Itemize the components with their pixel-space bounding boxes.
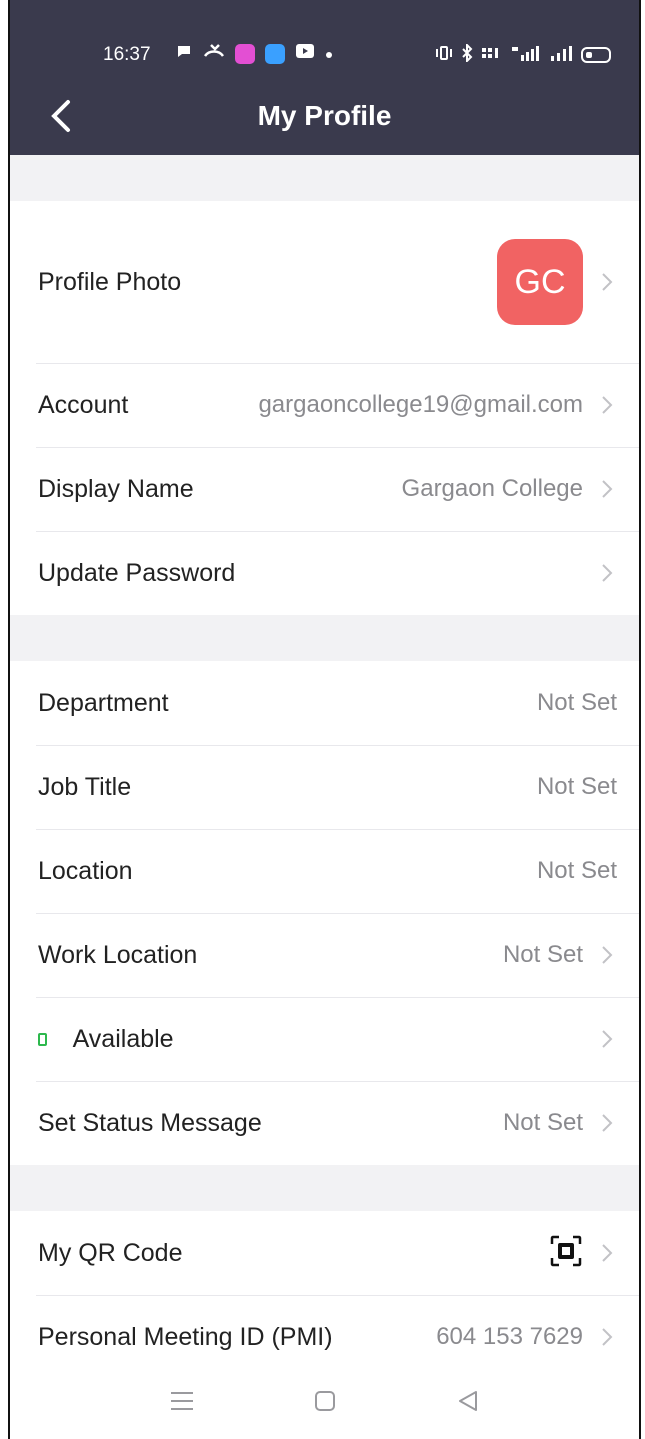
chevron-right-icon xyxy=(597,395,617,415)
job-title-row[interactable]: Job Title Not Set xyxy=(10,745,639,829)
menu-icon xyxy=(171,1391,194,1410)
page-title: My Profile xyxy=(257,100,392,131)
section-gap xyxy=(10,155,639,201)
status-bar: 16:37 xyxy=(10,38,639,74)
work-section: Department Not Set Job Title Not Set Loc… xyxy=(10,661,639,1165)
qr-code-icon xyxy=(549,1234,583,1273)
department-row[interactable]: Department Not Set xyxy=(10,661,639,745)
network-icon xyxy=(481,45,503,65)
app-notification-icon xyxy=(235,44,255,64)
row-label: Set Status Message xyxy=(38,1108,262,1137)
app-notification-icon xyxy=(265,44,285,64)
back-triangle-icon xyxy=(458,1390,477,1411)
row-label: Available xyxy=(72,1024,174,1053)
more-notifications-icon xyxy=(325,43,333,65)
update-password-row[interactable]: Update Password xyxy=(10,531,639,615)
account-value: gargaoncollege19@gmail.com xyxy=(258,391,583,418)
home-square-icon xyxy=(315,1390,336,1411)
chevron-right-icon xyxy=(597,945,617,965)
system-icons xyxy=(435,42,611,66)
row-label: My QR Code xyxy=(38,1238,183,1267)
display-name-value: Gargaon College xyxy=(401,475,583,502)
qr-code-row[interactable]: My QR Code xyxy=(10,1211,639,1295)
signal-4g-icon xyxy=(511,44,541,66)
row-label: Location xyxy=(38,856,133,885)
available-status-icon xyxy=(38,1033,47,1047)
notification-icons xyxy=(175,42,333,66)
work-location-value: Not Set xyxy=(502,941,583,968)
header-bar: 16:37 My Profile xyxy=(10,0,639,155)
account-row[interactable]: Account gargaoncollege19@gmail.com xyxy=(10,363,639,447)
missed-call-icon xyxy=(203,42,225,66)
department-value: Not Set xyxy=(536,689,617,716)
youtube-icon xyxy=(295,43,315,65)
battery-icon xyxy=(581,47,611,63)
location-row[interactable]: Location Not Set xyxy=(10,829,639,913)
meeting-section: My QR Code Personal Meeting ID (PMI) 604… xyxy=(10,1211,639,1379)
pmi-value: 604 153 7629 xyxy=(436,1323,583,1350)
chevron-right-icon xyxy=(597,1113,617,1133)
row-label: Update Password xyxy=(38,558,236,587)
status-message-row[interactable]: Set Status Message Not Set xyxy=(10,1081,639,1165)
avatar: GC xyxy=(497,239,583,325)
chevron-right-icon xyxy=(597,563,617,583)
chevron-right-icon xyxy=(597,1243,617,1263)
work-location-row[interactable]: Work Location Not Set xyxy=(10,913,639,997)
chevron-right-icon xyxy=(597,272,617,292)
section-gap xyxy=(10,1165,639,1211)
status-time: 16:37 xyxy=(103,44,151,65)
home-nav-button[interactable] xyxy=(313,1389,337,1418)
display-name-row[interactable]: Display Name Gargaon College xyxy=(10,447,639,531)
availability-label-wrap: Available xyxy=(38,1025,583,1054)
bluetooth-icon xyxy=(461,42,473,66)
back-nav-button[interactable] xyxy=(456,1389,480,1418)
chevron-right-icon xyxy=(597,479,617,499)
section-gap xyxy=(10,615,639,661)
chat-icon xyxy=(175,42,193,66)
signal-icon xyxy=(549,44,573,66)
row-label: Account xyxy=(38,390,129,419)
app-frame: 16:37 My Profile Profile Photo GC Accoun… xyxy=(8,0,641,1439)
location-value: Not Set xyxy=(536,857,617,884)
row-label: Job Title xyxy=(38,772,132,801)
system-nav-bar xyxy=(10,1367,639,1439)
row-label: Display Name xyxy=(38,474,194,503)
status-message-value: Not Set xyxy=(502,1109,583,1136)
job-title-value: Not Set xyxy=(536,773,617,800)
profile-section: Profile Photo GC Account gargaoncollege1… xyxy=(10,201,639,615)
availability-row[interactable]: Available xyxy=(10,997,639,1081)
menu-nav-button[interactable] xyxy=(169,1389,195,1418)
row-label: Work Location xyxy=(38,940,198,969)
chevron-right-icon xyxy=(597,1029,617,1049)
profile-photo-row[interactable]: Profile Photo GC xyxy=(10,201,639,363)
row-label: Profile Photo xyxy=(38,267,182,296)
chevron-right-icon xyxy=(597,1327,617,1347)
row-label: Department xyxy=(38,688,169,717)
vibrate-icon xyxy=(435,45,453,65)
row-label: Personal Meeting ID (PMI) xyxy=(38,1322,333,1351)
